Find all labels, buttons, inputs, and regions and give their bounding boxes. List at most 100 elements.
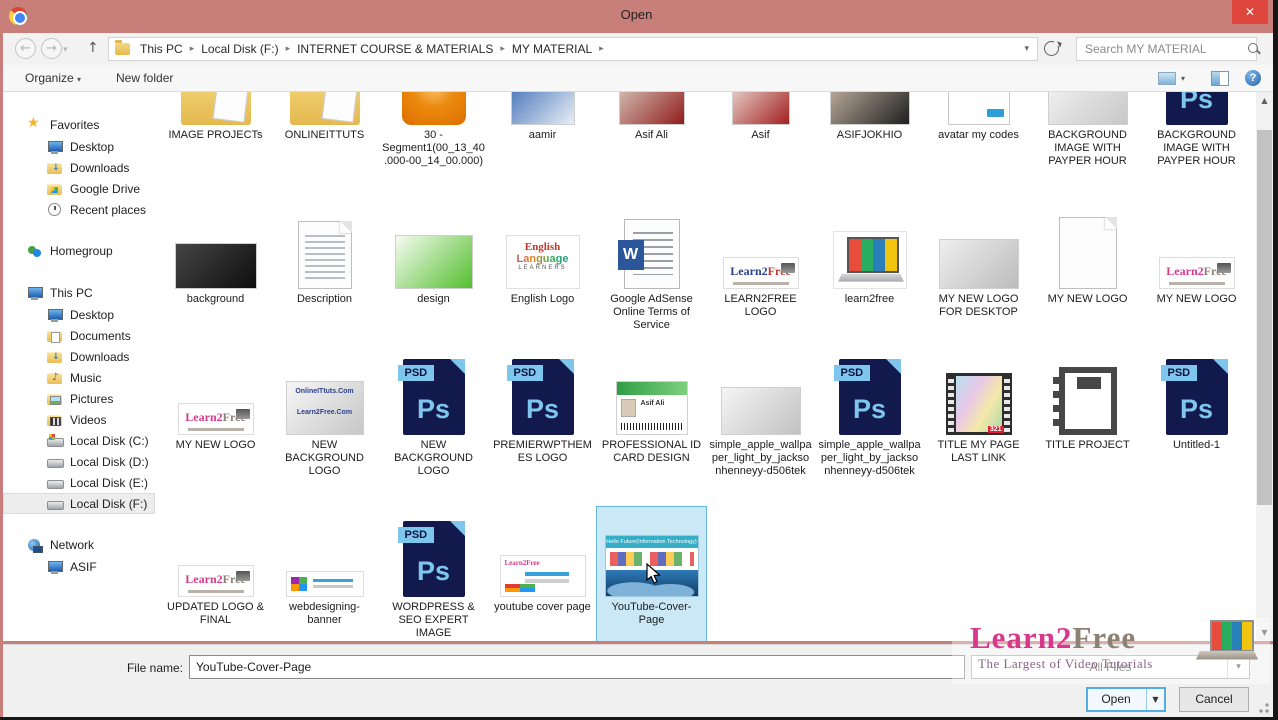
vertical-scrollbar[interactable]: ▲ ▼ (1256, 92, 1273, 641)
file-item[interactable]: 321 TITLE MY PAGE LAST LINK (924, 345, 1033, 482)
file-item[interactable]: PSD Ps NEW BACKGROUND LOGO (379, 345, 488, 482)
open-button[interactable]: Open ▼ (1086, 687, 1166, 712)
file-item[interactable]: Description (270, 199, 379, 336)
search-icon[interactable] (1248, 42, 1261, 56)
file-item[interactable]: avatar my codes (924, 92, 1033, 172)
folder-icon (115, 40, 130, 55)
breadcrumb-separator: ▸ (500, 44, 505, 54)
file-item[interactable]: Learn2Free LEARN2FREE LOGO (706, 199, 815, 336)
breadcrumb-item[interactable]: INTERNET COURSE & MATERIALS (293, 42, 497, 56)
sidebar-item-local-disk-e-[interactable]: Local Disk (E:) (3, 472, 155, 493)
file-item[interactable]: Learn2Free MY NEW LOGO (161, 345, 270, 482)
scrollbar-thumb[interactable] (1257, 130, 1272, 505)
close-button[interactable]: ✕ (1232, 0, 1268, 24)
breadcrumb-separator: ▸ (189, 44, 195, 54)
new-folder-button[interactable]: New folder (116, 71, 173, 85)
change-view-icon[interactable] (1158, 72, 1176, 85)
file-item[interactable]: PSD Ps WORDPRESS & SEO EXPERT IMAGE (379, 507, 488, 641)
breadcrumb-item[interactable]: This PC (136, 42, 187, 56)
breadcrumb-item[interactable]: Local Disk (F:) (197, 42, 282, 56)
file-item[interactable]: Asif (706, 92, 815, 172)
sidebar-item-recent-places[interactable]: Recent places (3, 199, 155, 220)
file-item[interactable]: ONLINEITTUTS (270, 92, 379, 172)
file-item[interactable]: Learn2Free MY NEW LOGO (1142, 199, 1251, 336)
file-item[interactable]: English Language LEARNERS English Logo (488, 199, 597, 336)
organize-button[interactable]: Organize ▾ (25, 71, 81, 85)
file-label: TITLE PROJECT (1045, 439, 1130, 451)
logo-tagline (187, 428, 244, 431)
sidebar-group-this-pc[interactable]: This PC (3, 282, 155, 304)
scroll-down-icon[interactable]: ▼ (1256, 624, 1273, 641)
up-button[interactable]: ↑ (87, 40, 99, 56)
cancel-button[interactable]: Cancel (1179, 687, 1249, 712)
breadcrumb-item[interactable]: MY MATERIAL (508, 42, 596, 56)
file-item[interactable]: PSDPs BACKGROUND IMAGE WITH PAYPER HOUR (1142, 92, 1251, 172)
search-box[interactable] (1076, 37, 1258, 61)
file-name-input[interactable] (189, 655, 965, 679)
address-dropdown-icon[interactable]: ▾ (1024, 44, 1033, 54)
forward-button[interactable]: → (41, 38, 62, 59)
refresh-icon[interactable] (1044, 40, 1060, 56)
search-input[interactable] (1077, 42, 1248, 56)
file-item[interactable]: MY NEW LOGO FOR DESKTOP (924, 199, 1033, 336)
sidebar-item-local-disk-c-[interactable]: Local Disk (C:) (3, 430, 155, 451)
scroll-up-icon[interactable]: ▲ (1256, 92, 1273, 109)
file-item[interactable]: BACKGROUND IMAGE WITH PAYPER HOUR (1033, 92, 1142, 172)
file-item[interactable]: background (161, 199, 270, 336)
photoshop-logo: Ps (1179, 394, 1214, 424)
psd-file-icon: PSD Ps (490, 347, 595, 435)
back-button[interactable]: ← (15, 38, 36, 59)
sidebar-item-downloads[interactable]: Downloads (3, 157, 155, 178)
sidebar-item-local-disk-d-[interactable]: Local Disk (D:) (3, 451, 155, 472)
file-item[interactable]: OnlineITtuts.Com Learn2Free.Com NEW BACKGR… (270, 345, 379, 482)
file-item[interactable]: PSD Ps Untitled-1 (1142, 345, 1251, 482)
resize-grip[interactable] (1259, 703, 1269, 713)
file-item[interactable]: Learn2Free UPDATED LOGO & FINAL (161, 507, 270, 641)
view-dropdown-icon[interactable]: ▾ (1181, 74, 1185, 83)
sidebar-group-network[interactable]: Network (3, 534, 155, 556)
file-type-dropdown[interactable]: All Files ▾ (971, 655, 1250, 679)
file-item[interactable]: learn2free (815, 199, 924, 336)
help-icon[interactable]: ? (1245, 70, 1261, 86)
file-label: MY NEW LOGO (1156, 293, 1237, 305)
sidebar-item-documents[interactable]: Documents (3, 325, 155, 346)
open-button-label: Open (1101, 692, 1131, 706)
file-item[interactable]: PSD Ps simple_apple_wallpaper_light_by_jac… (815, 345, 924, 482)
file-item[interactable]: aamir (488, 92, 597, 172)
sidebar-group-homegroup[interactable]: Homegroup (3, 240, 155, 262)
file-item[interactable]: webdesigning-banner (270, 507, 379, 641)
file-item[interactable]: TITLE PROJECT (1033, 345, 1142, 482)
sidebar-item-desktop[interactable]: Desktop (3, 304, 155, 325)
file-item[interactable]: Asif Ali PROFESSIONAL ID CARD DESIGN (597, 345, 706, 482)
sidebar-item-music[interactable]: Music (3, 367, 155, 388)
file-item[interactable]: ASIFJOKHIO (815, 92, 924, 172)
blank-file-icon (1035, 201, 1140, 289)
history-dropdown-icon[interactable]: ▾ (63, 45, 68, 55)
file-item[interactable]: 30 - Segment1(00_13_40.000-00_14_00.000) (379, 92, 488, 172)
sidebar-item-videos[interactable]: Videos (3, 409, 155, 430)
address-bar[interactable]: This PC ▸ Local Disk (F:) ▸ INTERNET COURSE … (108, 37, 1038, 61)
file-item[interactable]: W Google AdSense Online Terms of Service (597, 199, 706, 336)
sidebar-item-asif[interactable]: ASIF (3, 556, 155, 577)
sidebar-item-desktop[interactable]: Desktop (3, 136, 155, 157)
file-item[interactable]: Asif Ali (597, 92, 706, 172)
preview-pane-icon[interactable] (1211, 71, 1229, 86)
image-thumbnail: Learn2Free (490, 509, 595, 597)
window-title: Open (620, 7, 653, 22)
sidebar-item-local-disk-f-[interactable]: Local Disk (F:) (3, 493, 155, 514)
file-item[interactable]: MY NEW LOGO (1033, 199, 1142, 336)
sidebar-group-favorites[interactable]: Favorites (3, 114, 155, 136)
sidebar-item-downloads[interactable]: Downloads (3, 346, 155, 367)
file-item[interactable]: PSD Ps PREMIERWPTHEMES LOGO (488, 345, 597, 482)
image-thumbnail: Learn2Free (708, 201, 813, 289)
folder-music-icon (47, 370, 63, 386)
sidebar-item-google-drive[interactable]: Google Drive (3, 178, 155, 199)
open-split-dropdown-icon[interactable]: ▼ (1146, 689, 1164, 710)
file-item[interactable]: IMAGE PROJECTs (161, 92, 270, 172)
sidebar-item-pictures[interactable]: Pictures (3, 388, 155, 409)
file-item[interactable]: design (379, 199, 488, 336)
file-item[interactable]: Learn2Free youtube cover page (488, 507, 597, 641)
file-item[interactable]: Hello Future(Information Technology) YouT… (596, 506, 707, 641)
chevron-down-icon[interactable]: ▾ (1227, 656, 1249, 678)
file-item[interactable]: simple_apple_wallpaper_light_by_jacksonh… (706, 345, 815, 482)
